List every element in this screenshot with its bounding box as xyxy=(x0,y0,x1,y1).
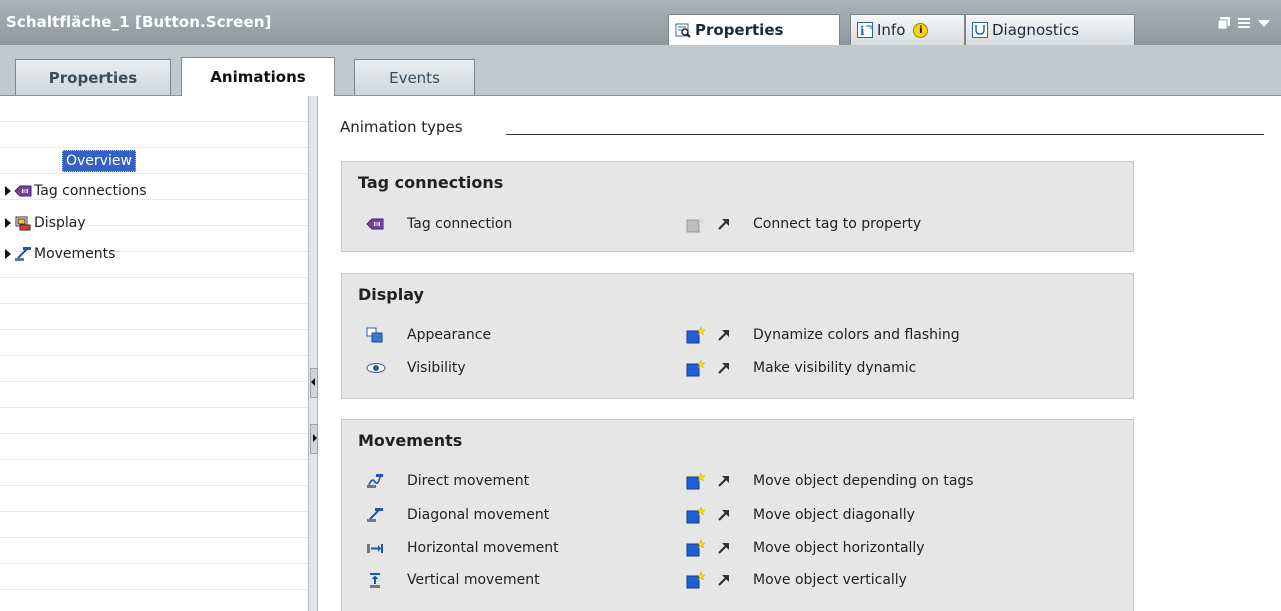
movement-icon xyxy=(14,246,32,262)
horizontal-movement-icon xyxy=(366,540,384,556)
expand-arrow-icon[interactable] xyxy=(5,186,11,196)
animation-description[interactable]: Connect tag to property xyxy=(753,216,921,232)
tree-item-tag-connections[interactable]: Tag connections xyxy=(0,181,147,201)
info-badge-icon: i xyxy=(913,22,929,38)
tree-item-label: Display xyxy=(34,215,86,231)
animation-label: Diagonal movement xyxy=(407,507,550,523)
animation-row: Diagonal movement Move object diagonally xyxy=(342,504,1132,526)
animation-row: Direct movement Move object depending on… xyxy=(342,470,1132,492)
group-title: Movements xyxy=(358,431,463,450)
panel-splitter[interactable] xyxy=(308,96,318,611)
subtab-events[interactable]: Events xyxy=(354,59,475,95)
link-arrow-icon[interactable] xyxy=(717,474,731,488)
float-panel-icon[interactable] xyxy=(1217,16,1231,34)
tree-item-label: Movements xyxy=(34,246,116,262)
tab-properties-label: Properties xyxy=(695,21,784,39)
animation-row: Tag connection Connect tag to property xyxy=(342,213,1132,235)
animation-description[interactable]: Move object horizontally xyxy=(753,540,925,556)
info-icon: i xyxy=(857,22,873,38)
animation-label: Visibility xyxy=(407,360,466,376)
animation-label: Tag connection xyxy=(407,216,513,232)
tag-connection-icon xyxy=(366,216,384,232)
tree-item-display[interactable]: Display xyxy=(0,213,86,233)
expand-arrow-icon[interactable] xyxy=(5,249,11,259)
subtab-animations[interactable]: Animations xyxy=(181,57,335,96)
animation-overview: Animation types Tag connections Tag conn… xyxy=(318,96,1281,611)
add-animation-icon[interactable] xyxy=(686,472,706,490)
tree-item-overview[interactable]: Overview xyxy=(62,150,136,172)
subtab-bar: Properties Animations Events xyxy=(0,45,1281,96)
diagonal-movement-icon xyxy=(366,507,384,523)
animation-row: Visibility Make visibility dynamic xyxy=(342,357,1132,379)
vertical-movement-icon xyxy=(366,572,384,588)
menu-icon[interactable] xyxy=(1237,16,1251,34)
appearance-icon xyxy=(366,327,384,343)
animation-label: Vertical movement xyxy=(407,572,540,588)
animation-label: Direct movement xyxy=(407,473,530,489)
add-animation-icon[interactable] xyxy=(686,571,706,589)
tab-info-label: Info xyxy=(877,21,906,39)
animation-row: Appearance Dynamize colors and flashing xyxy=(342,324,1132,346)
panel-title: Schaltfläche_1 [Button.Screen] xyxy=(6,13,272,31)
direct-movement-icon xyxy=(366,473,384,489)
visibility-eye-icon xyxy=(366,360,386,376)
chevron-down-icon[interactable] xyxy=(1257,16,1271,34)
animation-row: Vertical movement Move object vertically xyxy=(342,569,1132,591)
tab-info[interactable]: i Info i xyxy=(850,14,965,45)
animation-description[interactable]: Move object diagonally xyxy=(753,507,915,523)
properties-icon xyxy=(675,22,691,38)
tab-diagnostics[interactable]: Diagnostics xyxy=(965,14,1135,45)
animation-description[interactable]: Dynamize colors and flashing xyxy=(753,327,960,343)
link-arrow-icon[interactable] xyxy=(717,361,731,375)
animation-tree: Overview Tag connections Display Movemen… xyxy=(0,96,308,611)
link-arrow-icon[interactable] xyxy=(717,573,731,587)
add-animation-icon[interactable] xyxy=(686,539,706,557)
svg-text:i: i xyxy=(860,24,865,38)
animation-description[interactable]: Move object depending on tags xyxy=(753,473,974,489)
group-tag-connections: Tag connections Tag connection Connect t… xyxy=(341,161,1134,252)
expand-arrow-icon[interactable] xyxy=(5,218,11,228)
animation-label: Appearance xyxy=(407,327,492,343)
link-arrow-icon[interactable] xyxy=(717,508,731,522)
link-arrow-icon[interactable] xyxy=(717,328,731,342)
animation-label: Horizontal movement xyxy=(407,540,559,556)
animation-description[interactable]: Make visibility dynamic xyxy=(753,360,916,376)
add-animation-icon[interactable] xyxy=(686,506,706,524)
tab-diagnostics-label: Diagnostics xyxy=(992,21,1080,39)
group-title: Tag connections xyxy=(358,173,504,192)
diagnostics-icon xyxy=(972,22,988,38)
link-arrow-icon[interactable] xyxy=(717,541,731,555)
display-icon xyxy=(14,215,32,231)
link-arrow-icon xyxy=(717,217,731,231)
tree-item-label: Tag connections xyxy=(34,183,147,199)
animation-description[interactable]: Move object vertically xyxy=(753,572,907,588)
section-header: Animation types xyxy=(340,118,463,136)
expand-right-button[interactable] xyxy=(310,424,318,454)
group-movements: Movements Direct movement Move object de… xyxy=(341,419,1134,611)
subtab-properties[interactable]: Properties xyxy=(15,59,171,95)
panel-titlebar: Schaltfläche_1 [Button.Screen] Propertie… xyxy=(0,0,1281,45)
collapse-left-button[interactable] xyxy=(310,368,318,398)
add-animation-icon[interactable] xyxy=(686,359,706,377)
group-display: Display Appearance Dynamize colors and f… xyxy=(341,273,1134,399)
tag-connection-icon xyxy=(14,183,32,199)
add-animation-icon xyxy=(686,215,706,233)
tab-properties-inspector[interactable]: Properties xyxy=(668,14,840,45)
tree-item-movements[interactable]: Movements xyxy=(0,244,115,264)
header-divider xyxy=(506,134,1264,135)
window-controls xyxy=(1217,16,1271,34)
animation-row: Horizontal movement Move object horizont… xyxy=(342,537,1132,559)
group-title: Display xyxy=(358,285,424,304)
add-animation-icon[interactable] xyxy=(686,326,706,344)
